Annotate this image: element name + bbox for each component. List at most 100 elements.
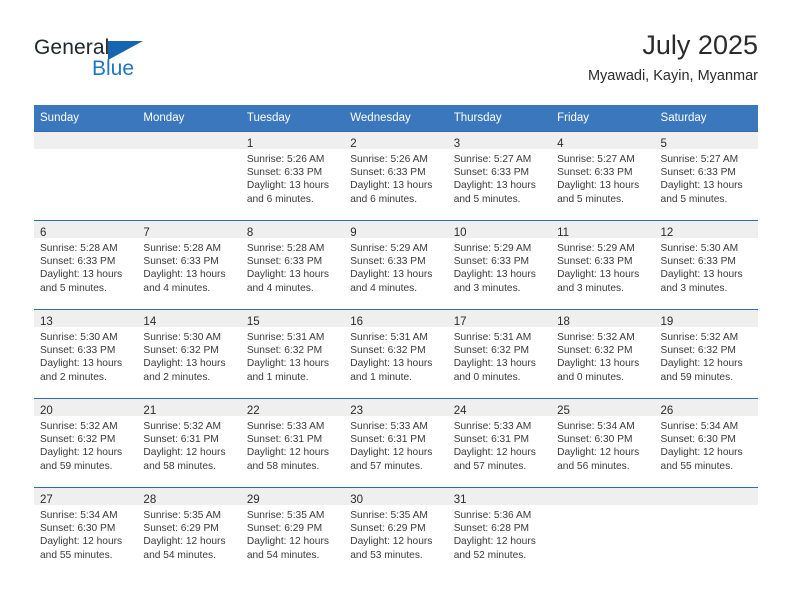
sunset-text: Sunset: 6:33 PM	[246, 256, 323, 268]
day-details: Sunrise: 5:28 AM Sunset: 6:33 PM Daylight:…	[137, 238, 240, 295]
daylight-text: Daylight: 12 hours	[350, 536, 433, 548]
calendar-day-cell[interactable]: 31 Sunrise: 5:36 AM Sunset: 6:28 PM Dayligh…	[447, 487, 552, 576]
daylight-text-cont: and 54 minutes.	[246, 549, 320, 561]
day-number: 4	[557, 138, 564, 150]
calendar-day-cell[interactable]: 20 Sunrise: 5:32 AM Sunset: 6:32 PM Dayligh…	[34, 398, 138, 488]
sunset-text: Sunset: 6:33 PM	[350, 256, 426, 268]
daylight-text-cont: and 55 minutes.	[40, 549, 113, 561]
calendar-day-cell[interactable]: 5 Sunrise: 5:27 AM Sunset: 6:33 PM Daylight…	[654, 131, 758, 221]
sunrise-text: Sunrise: 5:30 AM	[660, 243, 739, 254]
daylight-text-cont: and 3 minutes.	[660, 282, 728, 294]
day-details: Sunrise: 5:36 AM Sunset: 6:28 PM Daylight:…	[448, 505, 551, 562]
calendar-day-cell[interactable]: 16 Sunrise: 5:31 AM Sunset: 6:32 PM Dayligh…	[344, 309, 448, 399]
day-number: 1	[246, 138, 254, 150]
calendar-day-cell[interactable]: 15 Sunrise: 5:31 AM Sunset: 6:32 PM Dayligh…	[240, 309, 345, 399]
calendar-day-cell[interactable]: 26 Sunrise: 5:34 AM Sunset: 6:30 PM Dayligh…	[654, 398, 758, 488]
sunrise-text: Sunrise: 5:35 AM	[143, 510, 222, 521]
sunrise-text: Sunrise: 5:26 AM	[350, 154, 428, 165]
day-details: Sunrise: 5:27 AM Sunset: 6:33 PM Daylight:…	[655, 149, 758, 206]
day-number-band: 6	[34, 221, 138, 239]
calendar-day-cell[interactable]: 6 Sunrise: 5:28 AM Sunset: 6:33 PM Daylight…	[34, 220, 138, 310]
day-number: 16	[350, 316, 364, 328]
day-details: Sunrise: 5:30 AM Sunset: 6:32 PM Daylight:…	[137, 327, 240, 384]
day-number-band: 1	[240, 132, 345, 150]
day-number: 20	[40, 405, 53, 417]
day-details: Sunrise: 5:32 AM Sunset: 6:31 PM Daylight:…	[137, 416, 240, 473]
sunset-text: Sunset: 6:31 PM	[246, 434, 323, 446]
daylight-text-cont: and 3 minutes.	[557, 282, 624, 294]
sunrise-text: Sunrise: 5:27 AM	[557, 154, 635, 165]
day-number-band: 11	[551, 221, 655, 239]
daylight-text: Daylight: 12 hours	[143, 447, 226, 459]
calendar-day-cell[interactable]: 12 Sunrise: 5:30 AM Sunset: 6:33 PM Dayligh…	[654, 220, 758, 310]
weekday-header-saturday: Saturday	[654, 105, 758, 132]
sunrise-text: Sunrise: 5:28 AM	[246, 243, 325, 254]
day-number-band: 5	[654, 132, 758, 150]
daylight-text: Daylight: 12 hours	[350, 447, 433, 459]
calendar-day-cell[interactable]: 13 Sunrise: 5:30 AM Sunset: 6:33 PM Dayligh…	[34, 309, 138, 399]
general-blue-logo[interactable]: General Blue	[34, 36, 164, 84]
day-number: 11	[557, 227, 570, 239]
day-number: 13	[40, 316, 53, 328]
calendar-day-cell[interactable]: 3 Sunrise: 5:27 AM Sunset: 6:33 PM Daylight…	[447, 131, 552, 221]
day-details: Sunrise: 5:30 AM Sunset: 6:33 PM Daylight:…	[655, 238, 758, 295]
sunrise-text: Sunrise: 5:32 AM	[40, 421, 118, 432]
sunset-text: Sunset: 6:33 PM	[246, 167, 323, 179]
calendar-day-cell[interactable]: 21 Sunrise: 5:32 AM Sunset: 6:31 PM Dayligh…	[137, 398, 241, 488]
calendar-day-cell[interactable]: 18 Sunrise: 5:32 AM Sunset: 6:32 PM Dayligh…	[551, 309, 655, 399]
day-number-band: 3	[447, 132, 552, 150]
day-number: 24	[453, 405, 467, 417]
day-number: 10	[453, 227, 467, 239]
daylight-text: Daylight: 13 hours	[350, 269, 433, 281]
day-number: 3	[453, 138, 461, 150]
calendar-day-cell[interactable]: 1 Sunrise: 5:26 AM Sunset: 6:33 PM Daylight…	[240, 131, 345, 221]
calendar-day-cell[interactable]: 9 Sunrise: 5:29 AM Sunset: 6:33 PM Daylight…	[344, 220, 448, 310]
sunset-text: Sunset: 6:30 PM	[557, 434, 633, 446]
sunrise-text: Sunrise: 5:32 AM	[143, 421, 222, 432]
sunrise-text: Sunrise: 5:27 AM	[453, 154, 532, 165]
calendar-day-cell[interactable]: 27 Sunrise: 5:34 AM Sunset: 6:30 PM Dayligh…	[34, 487, 138, 576]
calendar-day-cell[interactable]: 22 Sunrise: 5:33 AM Sunset: 6:31 PM Dayligh…	[240, 398, 345, 488]
daylight-text: Daylight: 12 hours	[557, 447, 640, 459]
calendar-day-cell[interactable]: 7 Sunrise: 5:28 AM Sunset: 6:33 PM Daylight…	[137, 220, 241, 310]
weekday-header-sunday: Sunday	[34, 105, 138, 132]
sunset-text: Sunset: 6:31 PM	[143, 434, 219, 446]
calendar-day-cell[interactable]: 14 Sunrise: 5:30 AM Sunset: 6:32 PM Dayligh…	[137, 309, 241, 399]
calendar-day-cell[interactable]: 17 Sunrise: 5:31 AM Sunset: 6:32 PM Dayligh…	[447, 309, 552, 399]
day-number: 26	[660, 405, 674, 417]
sunrise-text: Sunrise: 5:30 AM	[143, 332, 222, 343]
calendar-day-cell[interactable]: 28 Sunrise: 5:35 AM Sunset: 6:29 PM Dayligh…	[137, 487, 241, 576]
day-details: Sunrise: 5:30 AM Sunset: 6:33 PM Daylight:…	[34, 327, 137, 384]
calendar-day-cell[interactable]: 8 Sunrise: 5:28 AM Sunset: 6:33 PM Daylight…	[240, 220, 345, 310]
calendar-table: Sunday Monday Tuesday Wednesday Thursday Frid…	[34, 105, 758, 576]
calendar-day-cell[interactable]: 25 Sunrise: 5:34 AM Sunset: 6:30 PM Dayligh…	[551, 398, 655, 488]
sunset-text: Sunset: 6:33 PM	[143, 256, 219, 268]
calendar-day-cell[interactable]: 29 Sunrise: 5:35 AM Sunset: 6:29 PM Dayligh…	[240, 487, 345, 576]
calendar-day-cell[interactable]: 10 Sunrise: 5:29 AM Sunset: 6:33 PM Dayligh…	[447, 220, 552, 310]
day-number-band: 17	[447, 310, 552, 328]
day-details: Sunrise: 5:26 AM Sunset: 6:33 PM Daylight:…	[344, 149, 447, 206]
calendar-day-cell-empty	[654, 487, 758, 576]
calendar-day-cell[interactable]: 2 Sunrise: 5:26 AM Sunset: 6:33 PM Daylight…	[344, 131, 448, 221]
daylight-text: Daylight: 13 hours	[143, 358, 226, 370]
sunset-text: Sunset: 6:30 PM	[660, 434, 736, 446]
sunrise-text: Sunrise: 5:30 AM	[40, 332, 118, 343]
daylight-text: Daylight: 13 hours	[453, 180, 536, 192]
daylight-text: Daylight: 12 hours	[246, 447, 329, 459]
calendar-day-cell[interactable]: 24 Sunrise: 5:33 AM Sunset: 6:31 PM Dayligh…	[447, 398, 552, 488]
daylight-text: Daylight: 12 hours	[40, 536, 123, 548]
calendar-day-cell[interactable]: 23 Sunrise: 5:33 AM Sunset: 6:31 PM Dayligh…	[344, 398, 448, 488]
daylight-text: Daylight: 13 hours	[660, 180, 743, 192]
daylight-text-cont: and 53 minutes.	[350, 549, 423, 561]
day-details: Sunrise: 5:34 AM Sunset: 6:30 PM Daylight:…	[655, 416, 758, 473]
sunrise-text: Sunrise: 5:35 AM	[350, 510, 428, 521]
calendar-day-cell[interactable]: 30 Sunrise: 5:35 AM Sunset: 6:29 PM Dayligh…	[344, 487, 448, 576]
calendar-day-cell[interactable]: 4 Sunrise: 5:27 AM Sunset: 6:33 PM Daylight…	[551, 131, 655, 221]
calendar-day-cell[interactable]: 11 Sunrise: 5:29 AM Sunset: 6:33 PM Dayligh…	[551, 220, 655, 310]
day-number-band: 27	[34, 488, 138, 506]
sunset-text: Sunset: 6:33 PM	[557, 256, 633, 268]
calendar-day-cell[interactable]: 19 Sunrise: 5:32 AM Sunset: 6:32 PM Dayligh…	[654, 309, 758, 399]
day-number-band: 15	[240, 310, 345, 328]
day-number-band	[654, 488, 758, 505]
day-number-band	[137, 132, 241, 149]
